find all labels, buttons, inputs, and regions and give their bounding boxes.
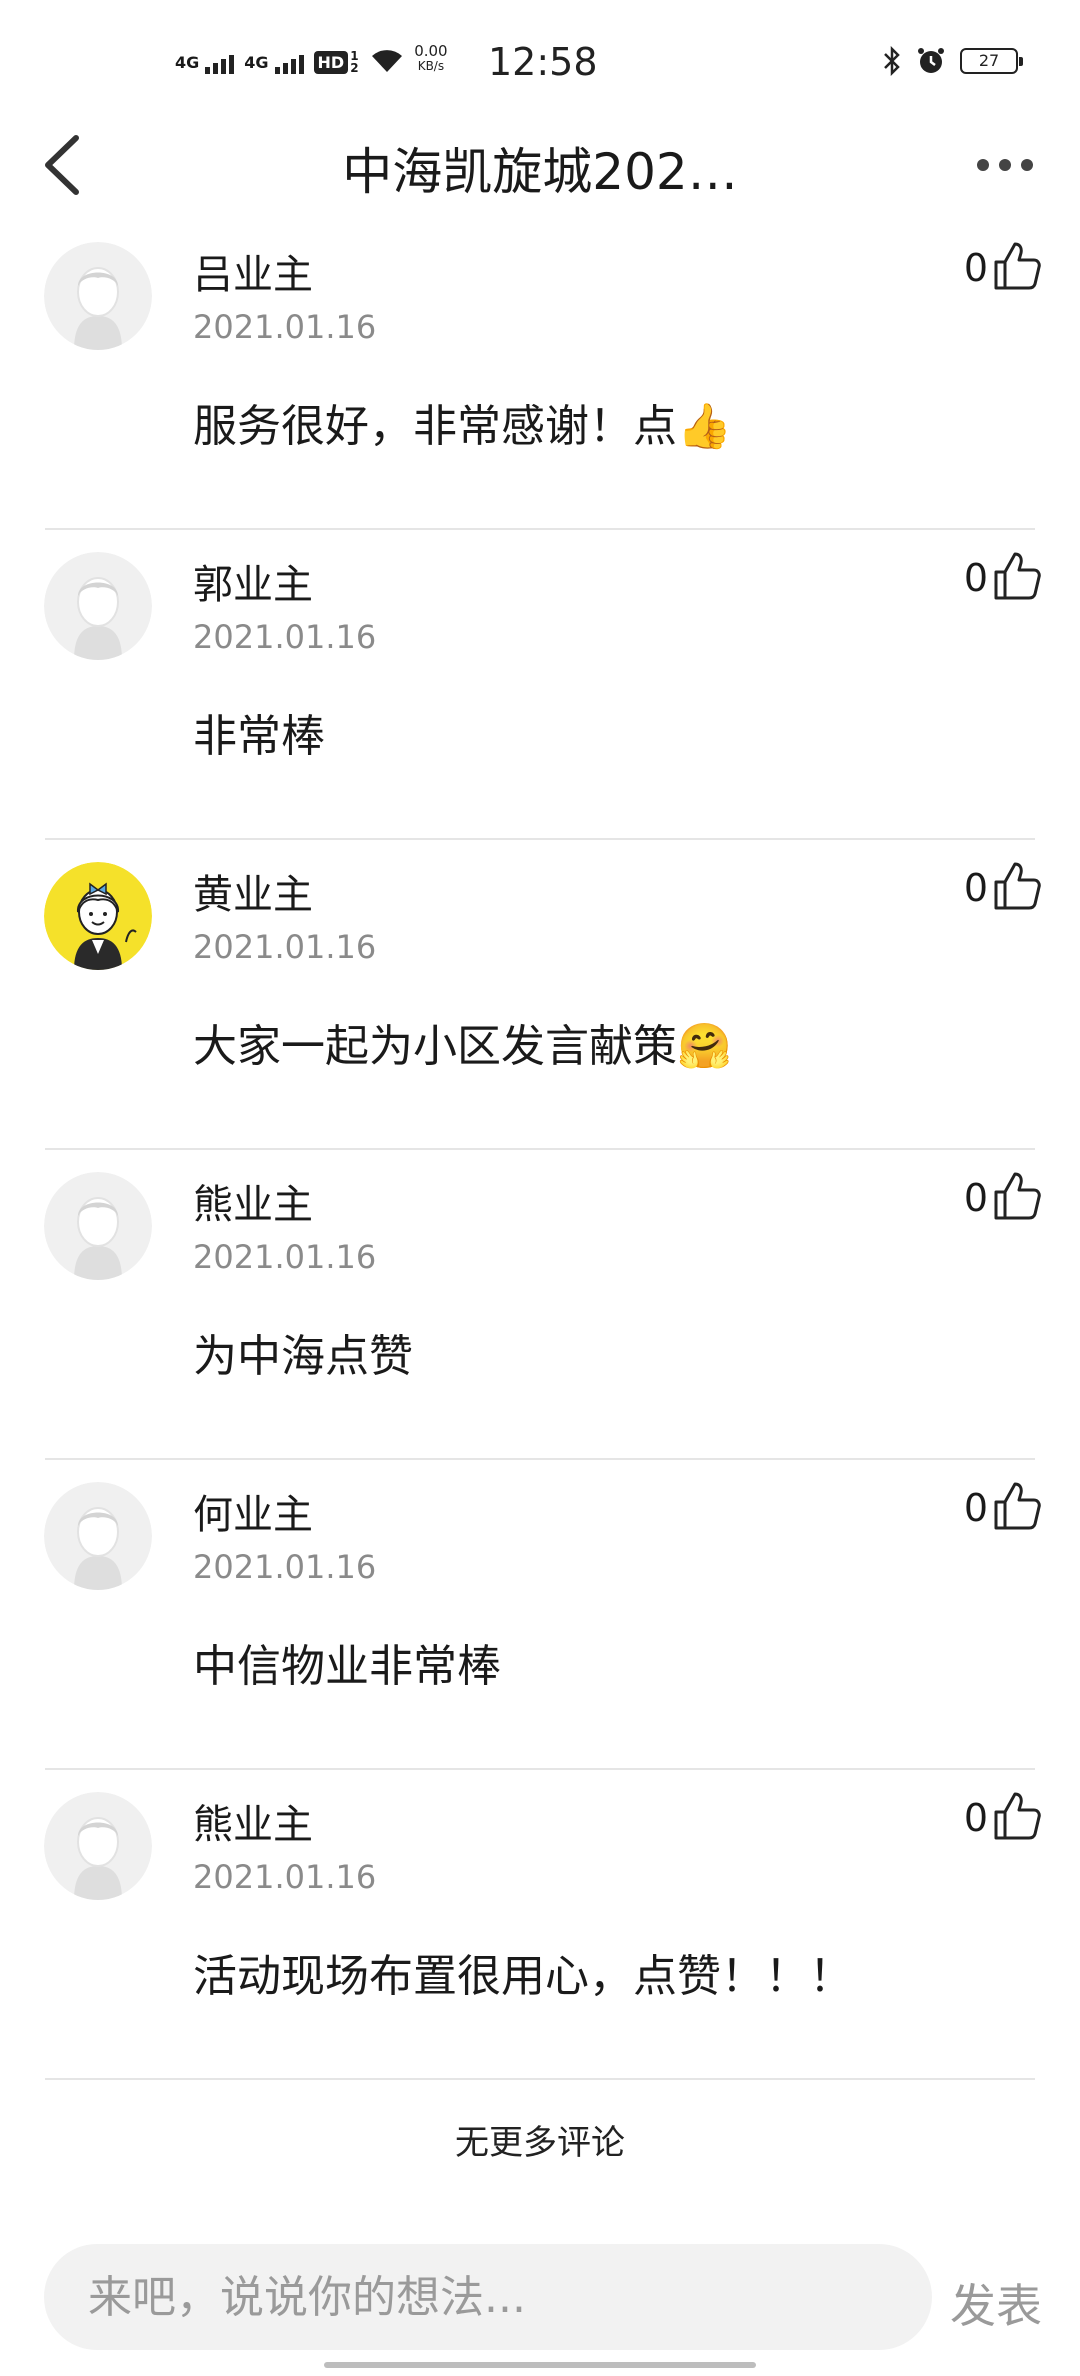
hd-icon: HD 1 2	[313, 49, 361, 75]
comment-item: 吕业主 2021.01.16 服务很好，非常感谢！点👍 0	[0, 220, 1080, 530]
comment-item: 熊业主 2021.01.16 为中海点赞 0	[0, 1150, 1080, 1460]
like-button[interactable]: 0	[964, 240, 1042, 296]
commenter-name: 熊业主	[193, 1182, 313, 1228]
comment-input[interactable]	[44, 2244, 932, 2350]
comment-list: 吕业主 2021.01.16 服务很好，非常感谢！点👍 0 郭业主 2021.0…	[0, 220, 1080, 2080]
comment-date: 2021.01.16	[193, 618, 377, 656]
thumbs-up-icon	[992, 1790, 1042, 1846]
comment-text: 为中海点赞	[193, 1331, 413, 1382]
like-button[interactable]: 0	[964, 1790, 1042, 1846]
signal-icon: 4G	[175, 53, 235, 74]
avatar[interactable]	[44, 552, 152, 660]
hd-label: HD	[313, 50, 349, 74]
avatar[interactable]	[44, 862, 152, 970]
bluetooth-icon	[884, 46, 900, 76]
comment-item: 何业主 2021.01.16 中信物业非常棒 0	[0, 1460, 1080, 1770]
like-button[interactable]: 0	[964, 1480, 1042, 1536]
battery-icon: 27	[960, 48, 1023, 74]
thumbs-up-icon	[992, 550, 1042, 606]
comment-composer: 发表	[0, 2230, 1080, 2376]
status-left: 4G 4G HD 1 2 0.00 KB/s	[175, 44, 448, 74]
thumbs-up-icon	[992, 860, 1042, 916]
sim2-label: 4G	[244, 53, 269, 72]
avatar[interactable]	[44, 1172, 152, 1280]
like-count: 0	[963, 246, 988, 290]
nav-header: 中海凯旋城202…	[0, 110, 1080, 220]
comment-text: 中信物业非常棒	[193, 1641, 501, 1692]
clock: 12:58	[488, 40, 598, 84]
commenter-name: 熊业主	[193, 1802, 313, 1848]
commenter-name: 吕业主	[193, 252, 313, 298]
thumbs-up-icon	[992, 1170, 1042, 1226]
like-button[interactable]: 0	[964, 1170, 1042, 1226]
comment-date: 2021.01.16	[193, 1548, 377, 1586]
commenter-name: 郭业主	[193, 562, 313, 608]
home-indicator[interactable]	[324, 2362, 756, 2368]
avatar[interactable]	[44, 1792, 152, 1900]
more-button[interactable]	[970, 150, 1040, 180]
comment-text: 大家一起为小区发言献策🤗	[193, 1021, 732, 1072]
comment-text: 活动现场布置很用心，点赞！！！	[193, 1951, 853, 2002]
comment-text: 非常棒	[193, 711, 325, 762]
like-count: 0	[963, 866, 988, 910]
status-right: 27	[882, 46, 1023, 76]
sim1-label: 4G	[175, 53, 200, 72]
like-count: 0	[963, 1796, 988, 1840]
comment-item: 黄业主 2021.01.16 大家一起为小区发言献策🤗 0	[0, 840, 1080, 1150]
like-count: 0	[963, 1176, 988, 1220]
more-horizontal-icon	[977, 159, 989, 171]
like-count: 0	[963, 556, 988, 600]
network-speed: 0.00 KB/s	[414, 44, 447, 74]
like-count: 0	[963, 1486, 988, 1530]
hd-sub: 1 2	[350, 49, 359, 75]
alarm-icon	[918, 48, 944, 73]
speed-value: 0.00	[414, 42, 448, 60]
comment-date: 2021.01.16	[193, 1858, 377, 1896]
comment-date: 2021.01.16	[193, 928, 377, 966]
avatar[interactable]	[44, 242, 152, 350]
commenter-name: 黄业主	[193, 872, 313, 918]
comment-date: 2021.01.16	[193, 1238, 377, 1276]
like-button[interactable]: 0	[964, 550, 1042, 606]
thumbs-up-icon	[992, 1480, 1042, 1536]
wifi-icon	[372, 50, 403, 72]
comment-item: 郭业主 2021.01.16 非常棒 0	[0, 530, 1080, 840]
signal-icon: 4G	[244, 53, 304, 74]
like-button[interactable]: 0	[964, 860, 1042, 916]
commenter-name: 何业主	[193, 1492, 313, 1538]
page-title: 中海凯旋城202…	[342, 143, 738, 201]
avatar[interactable]	[44, 1482, 152, 1590]
comment-text: 服务很好，非常感谢！点👍	[193, 401, 732, 452]
send-button[interactable]: 发表	[950, 2270, 1042, 2336]
speed-unit: KB/s	[417, 59, 445, 73]
thumbs-up-icon	[992, 240, 1042, 296]
comment-item: 熊业主 2021.01.16 活动现场布置很用心，点赞！！！ 0	[0, 1770, 1080, 2080]
no-more-comments: 无更多评论	[455, 2123, 625, 2163]
comment-date: 2021.01.16	[193, 308, 377, 346]
